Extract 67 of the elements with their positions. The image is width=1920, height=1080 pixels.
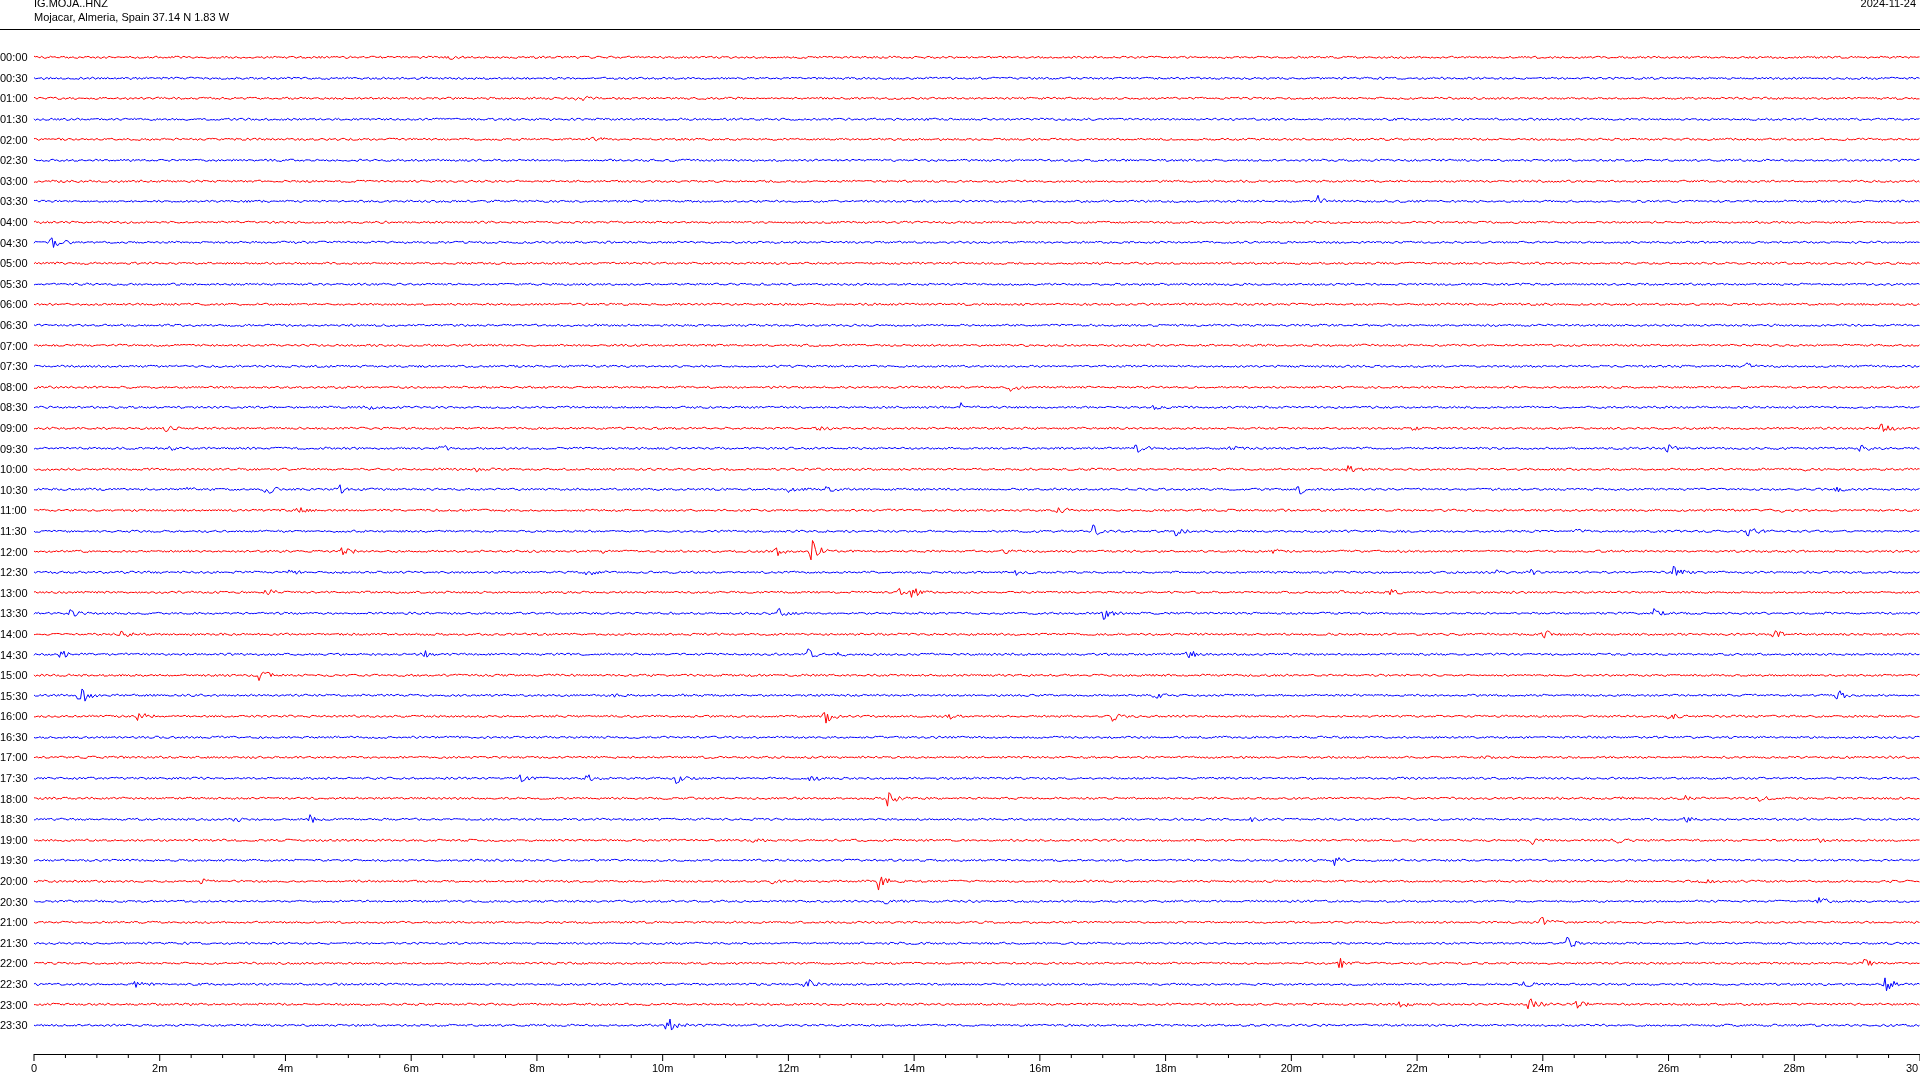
- axis-tick-label: 8m: [529, 1061, 545, 1074]
- time-label: 20:00: [0, 875, 29, 888]
- time-label: 18:30: [0, 813, 29, 826]
- axis-tick-label: 22m: [1406, 1061, 1428, 1074]
- axis-tick-label: 4m: [277, 1061, 294, 1074]
- time-label: 03:30: [0, 195, 29, 208]
- time-label: 12:00: [0, 545, 29, 558]
- time-label: 16:00: [0, 710, 29, 723]
- time-label: 17:00: [0, 751, 29, 764]
- time-label: 23:00: [0, 998, 29, 1011]
- time-label: 10:00: [0, 463, 29, 476]
- time-label: 20:30: [0, 895, 29, 908]
- time-label: 12:30: [0, 566, 29, 579]
- time-label: 11:00: [0, 504, 28, 517]
- time-label: 14:00: [0, 627, 29, 640]
- axis-tick-label: 14m: [903, 1061, 925, 1074]
- axis-tick-label: 28m: [1783, 1061, 1805, 1074]
- time-label: 19:30: [0, 854, 29, 867]
- time-label: 01:00: [0, 92, 29, 105]
- time-label: 02:00: [0, 133, 29, 146]
- time-label: 11:30: [0, 524, 28, 537]
- time-label: 06:30: [0, 319, 29, 331]
- time-label: 06:00: [0, 298, 29, 311]
- time-label: 10:30: [0, 483, 29, 496]
- axis-tick-label: 6m: [403, 1061, 419, 1074]
- time-label: 08:30: [0, 401, 29, 414]
- time-label: 22:00: [0, 957, 29, 970]
- time-label: 02:30: [0, 154, 29, 167]
- time-label: 17:30: [0, 772, 29, 785]
- time-label: 04:00: [0, 216, 29, 229]
- time-label: 07:00: [0, 339, 29, 352]
- time-label: 07:30: [0, 360, 29, 373]
- time-label: 08:00: [0, 380, 29, 393]
- axis-tick-label: 2m: [152, 1061, 168, 1074]
- time-label: 04:30: [0, 236, 29, 249]
- time-label: 15:30: [0, 689, 29, 702]
- time-label: 00:00: [0, 51, 29, 64]
- time-label: 13:30: [0, 607, 29, 620]
- time-label: 00:30: [0, 71, 29, 84]
- axis-tick-label: 24m: [1532, 1061, 1554, 1074]
- station-location: Mojacar, Almeria, Spain 37.14 N 1.83 W: [34, 10, 230, 24]
- time-label: 15:00: [0, 669, 29, 682]
- time-label: 09:30: [0, 442, 29, 455]
- time-label: 14:30: [0, 648, 29, 661]
- time-label: 22:30: [0, 978, 29, 990]
- axis-tick-label: 0: [30, 1061, 38, 1074]
- time-label: 21:00: [0, 916, 29, 929]
- axis-tick-label: 30: [1905, 1061, 1919, 1074]
- time-label: 21:30: [0, 936, 29, 949]
- axis-tick-label: 20m: [1280, 1061, 1303, 1074]
- axis-tick-label: 18m: [1154, 1061, 1177, 1074]
- time-label: 23:30: [0, 1019, 29, 1032]
- time-label: 05:00: [0, 257, 29, 270]
- plot-date: 2024-11-24: [1860, 0, 1916, 11]
- axis-tick-label: 10m: [651, 1061, 674, 1074]
- time-label: 09:00: [0, 422, 29, 434]
- time-label: 03:00: [0, 174, 29, 187]
- time-label: 19:00: [0, 833, 29, 846]
- axis-tick-label: 12m: [777, 1061, 800, 1074]
- time-label: 18:00: [0, 792, 29, 805]
- station-code: IG.MOJA..HNZ: [34, 0, 109, 10]
- time-label: 01:30: [0, 113, 29, 126]
- time-label: 13:00: [0, 586, 29, 599]
- time-label: 16:30: [0, 730, 29, 743]
- axis-tick-label: 26m: [1657, 1061, 1680, 1074]
- time-label: 05:30: [0, 277, 29, 290]
- axis-tick-label: 16m: [1029, 1061, 1051, 1074]
